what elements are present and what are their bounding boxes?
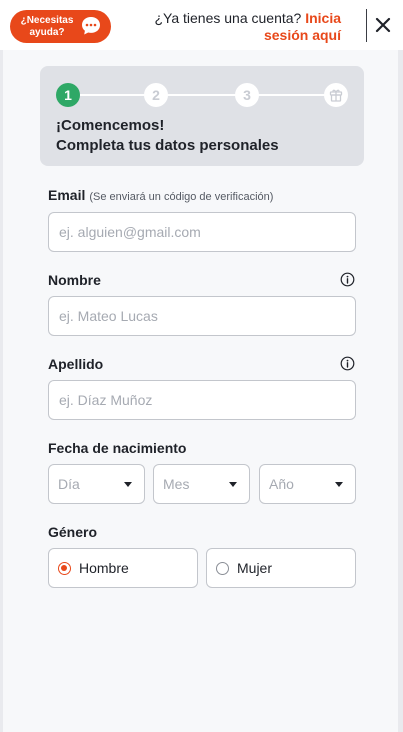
caret-down-icon xyxy=(229,482,237,487)
login-prompt: ¿Ya tienes una cuenta? Inicia sesión aqu… xyxy=(141,10,341,44)
help-button-label: ¿Necesitas ayuda? xyxy=(20,14,74,38)
info-icon[interactable] xyxy=(340,272,355,287)
first-name-label: Nombre xyxy=(48,272,101,288)
birth-day-select[interactable]: Día xyxy=(48,464,145,504)
step-2: 2 xyxy=(144,83,168,107)
email-label: Email (Se enviará un código de verificaci… xyxy=(48,187,273,203)
stepper-title: ¡Comencemos! Completa tus datos personal… xyxy=(56,116,279,156)
birthdate-label: Fecha de nacimiento xyxy=(48,440,187,456)
birth-month-select[interactable]: Mes xyxy=(153,464,250,504)
stepper-card: 1 2 3 ¡Comencemos! Completa tus datos pe… xyxy=(40,66,364,166)
account-question: ¿Ya tienes una cuenta? xyxy=(154,10,302,26)
gender-option-male[interactable]: Hombre xyxy=(48,548,198,588)
step-3: 3 xyxy=(235,83,259,107)
info-icon[interactable] xyxy=(340,356,355,371)
caret-down-icon xyxy=(335,482,343,487)
birth-month-value: Mes xyxy=(163,476,190,492)
gender-label: Género xyxy=(48,524,98,540)
help-button[interactable]: ¿Necesitas ayuda? xyxy=(10,10,111,43)
step-final xyxy=(324,83,348,107)
email-hint: (Se enviará un código de verificación) xyxy=(89,191,274,203)
gender-option-male-label: Hombre xyxy=(79,560,129,576)
gender-option-female-label: Mujer xyxy=(237,560,273,576)
chat-bubble-icon xyxy=(82,17,100,35)
first-name-field[interactable] xyxy=(48,296,356,336)
stepper-track xyxy=(68,94,336,96)
last-name-label: Apellido xyxy=(48,356,104,372)
email-field[interactable] xyxy=(48,212,356,252)
birth-day-value: Día xyxy=(58,476,80,492)
gift-icon xyxy=(329,89,343,102)
step-1: 1 xyxy=(56,83,80,107)
top-bar: ¿Necesitas ayuda? ¿Ya tienes una cuenta?… xyxy=(0,0,403,50)
stepper-title-line2: Completa tus datos personales xyxy=(56,137,279,154)
header-divider xyxy=(366,9,367,42)
stepper-title-line1: ¡Comencemos! xyxy=(56,117,165,134)
gender-option-female[interactable]: Mujer xyxy=(206,548,356,588)
radio-unchecked-icon xyxy=(216,561,229,575)
birth-year-select[interactable]: Año xyxy=(259,464,356,504)
email-label-text: Email xyxy=(48,187,86,203)
caret-down-icon xyxy=(124,482,132,487)
birth-year-value: Año xyxy=(269,476,294,492)
last-name-field[interactable] xyxy=(48,380,356,420)
radio-checked-icon xyxy=(58,561,71,575)
close-icon[interactable] xyxy=(374,16,392,34)
